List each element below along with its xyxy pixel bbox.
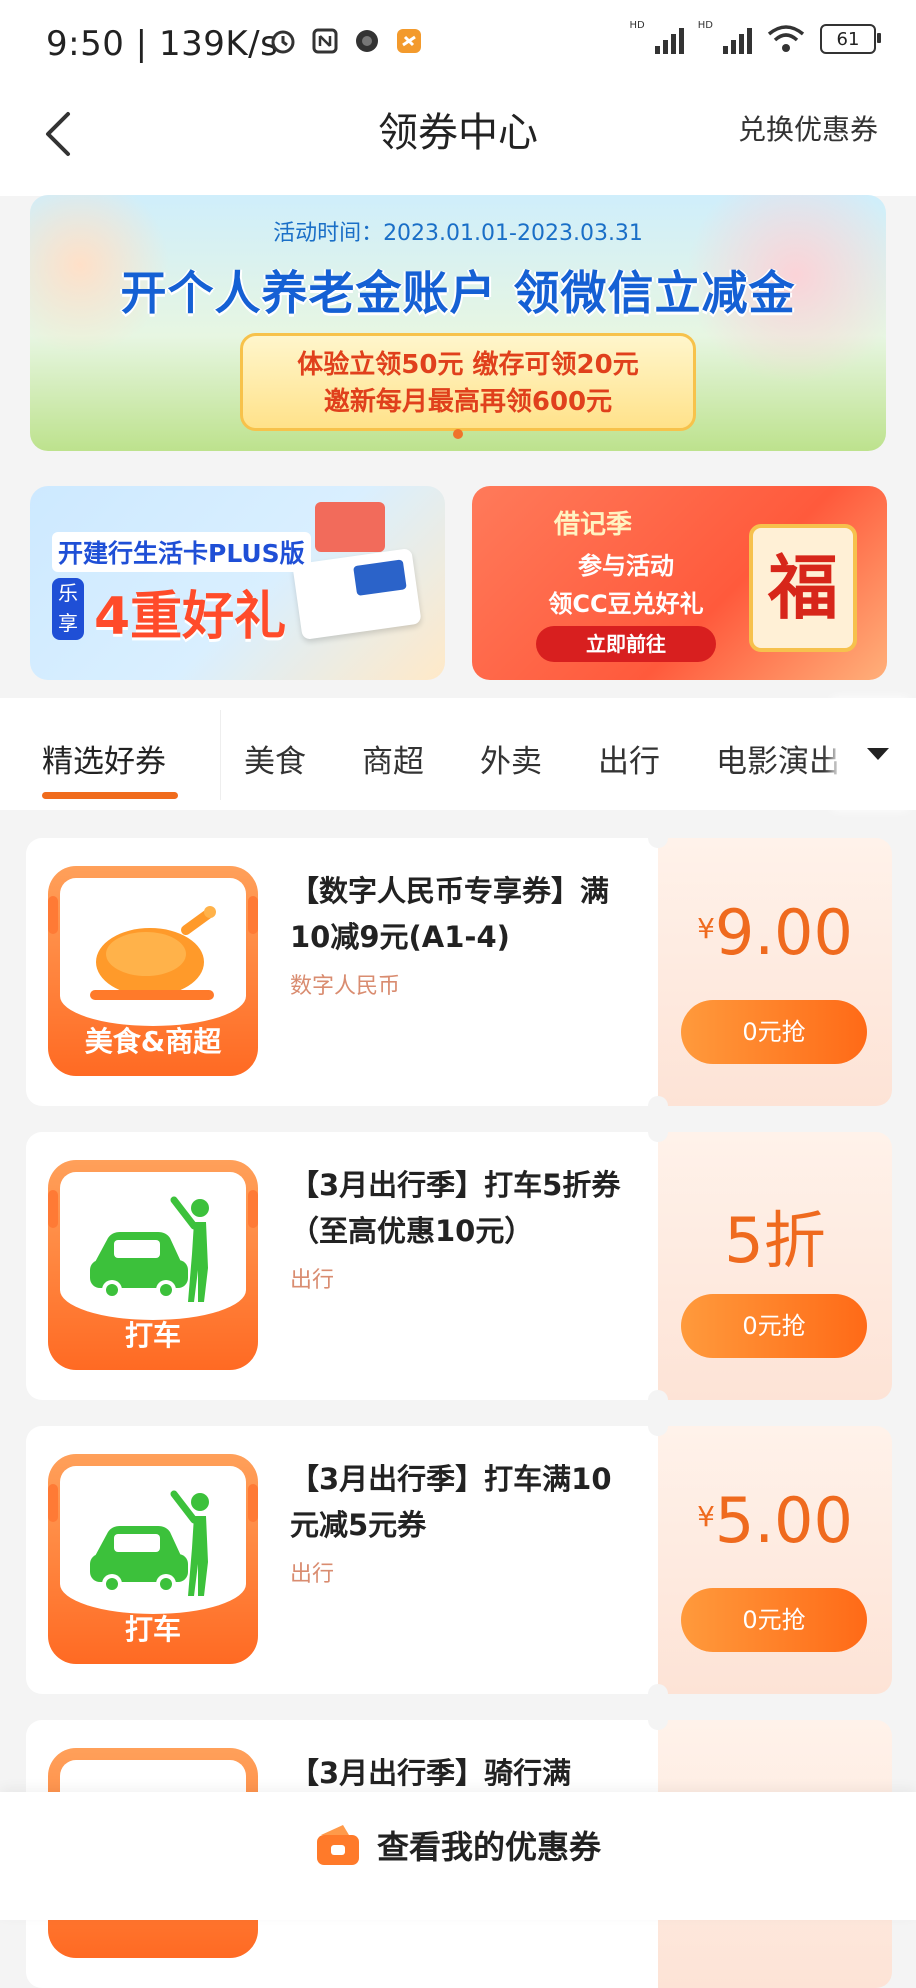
banner-headline: 开个人养老金账户 领微信立减金 xyxy=(120,266,796,320)
tab-movie-show[interactable]: 电影演出 xyxy=(716,736,840,781)
signal-icon xyxy=(654,24,684,54)
coupon-price-area xyxy=(658,1426,892,1694)
active-tab-indicator xyxy=(42,792,178,799)
bottom-bar: 查看我的优惠券 xyxy=(0,1792,916,1920)
claim-button[interactable]: 0元抢 xyxy=(681,1588,867,1652)
ticket-notch xyxy=(648,1710,668,1730)
coupon-price-area xyxy=(658,838,892,1106)
hd-label: HD xyxy=(629,19,645,31)
exchange-coupon-button[interactable]: 兑换优惠券 xyxy=(738,108,878,148)
claim-button[interactable]: 0元抢 xyxy=(681,1000,867,1064)
ticket-notch xyxy=(648,1096,668,1116)
my-coupons-label: 查看我的优惠券 xyxy=(376,1828,601,1866)
plus-banner-title: 开建行生活卡PLUS版 xyxy=(52,532,311,572)
debit-banner-line1: 参与活动 xyxy=(578,552,674,580)
debit-banner-line2: 领CC豆兑好礼 xyxy=(548,590,704,618)
coupon-title: 【数字人民币专享券】满10减9元(A1-4) xyxy=(290,874,610,954)
caret-down-icon xyxy=(867,748,889,760)
icon-ear xyxy=(248,896,258,934)
coupon-title: 【3月出行季】骑行满 xyxy=(290,1756,572,1790)
battery-level: 61 xyxy=(836,28,860,50)
claim-button[interactable]: 0元抢 xyxy=(681,1294,867,1358)
tab-featured[interactable]: 精选好券 xyxy=(42,736,166,781)
signal-icon xyxy=(723,24,752,54)
banner-activity-time: 活动时间：2023.01.01-2023.03.31 xyxy=(273,221,643,246)
coupon-amount: ¥5.00 xyxy=(658,1484,892,1557)
coupon-amount: ¥9.00 xyxy=(658,896,892,969)
coupon-category-icon: 打车 xyxy=(48,1454,258,1664)
coupon-icon-label: 打车 xyxy=(124,1319,181,1352)
icon-ear xyxy=(248,1484,258,1522)
nfc-icon xyxy=(310,26,340,56)
gift-box-icon xyxy=(315,502,385,552)
ticket-notch xyxy=(648,1416,668,1436)
coupon-category-icon: 打车 xyxy=(48,1160,258,1370)
banner-reward-line1: 体验立领50元 缴存可领20元 xyxy=(297,350,639,380)
wallet-icon xyxy=(316,1825,359,1865)
coupon-icon-label: 打车 xyxy=(124,1613,181,1646)
page-header: 领券中心 兑换优惠券 xyxy=(0,86,916,196)
status-right-icons: HD HD 61 xyxy=(630,20,881,54)
amount-value: 5.00 xyxy=(714,1484,853,1557)
main-banner[interactable]: 活动时间：2023.01.01-2023.03.31 开个人养老金账户 领微信立… xyxy=(30,195,886,451)
battery-icon: 61 xyxy=(820,24,881,54)
coupon-card: 打车 【3月出行季】打车5折券（至高优惠10元） 出行 5折 0元抢 xyxy=(26,1122,892,1410)
coupon-title: 【3月出行季】打车满10元减5元券 xyxy=(290,1462,612,1542)
coupon-card: 打车 【3月出行季】打车满10元减5元券 出行 ¥5.00 0元抢 xyxy=(26,1416,892,1704)
currency-symbol: ¥ xyxy=(697,1500,715,1533)
coupon-category: 出行 xyxy=(290,1268,335,1293)
my-coupons-button[interactable]: 查看我的优惠券 xyxy=(0,1822,916,1868)
amount-value: 9.00 xyxy=(714,896,853,969)
coupon-category-icon: 美食&商超 xyxy=(48,866,258,1076)
chicken-icon xyxy=(90,906,216,1000)
status-left-icons xyxy=(268,26,424,56)
icon-ear xyxy=(48,1484,58,1522)
expand-tabs-button[interactable] xyxy=(840,698,916,810)
app-notification-icon xyxy=(352,26,382,56)
coupon-icon-label: 美食&商超 xyxy=(84,1025,222,1058)
fu-character-decoration: 福 xyxy=(749,524,857,652)
taxi-icon xyxy=(90,1490,209,1596)
icon-ear xyxy=(48,896,58,934)
amount-value: 5折 xyxy=(724,1204,826,1277)
category-tabs: 精选好券 美食 商超 外卖 出行 电影演出 xyxy=(0,698,916,810)
plus-banner-headline: 4重好礼 xyxy=(94,587,287,647)
ticket-notch xyxy=(648,828,668,848)
coupon-category: 出行 xyxy=(290,1562,335,1587)
tab-divider xyxy=(220,710,221,800)
taobao-notification-icon xyxy=(394,26,424,56)
hd-label: HD xyxy=(697,19,713,31)
banner-reward-line2: 邀新每月最高再领600元 xyxy=(323,387,613,417)
coupon-title: 【3月出行季】打车5折券（至高优惠10元） xyxy=(290,1168,621,1248)
go-now-button[interactable]: 立即前往 xyxy=(536,626,716,662)
banner-reward-ribbon: 体验立领50元 缴存可领20元 邀新每月最高再领600元 xyxy=(240,333,696,431)
tab-food[interactable]: 美食 xyxy=(244,736,306,781)
icon-ear xyxy=(48,1190,58,1228)
coupon-category: 数字人民币 xyxy=(290,974,401,999)
alarm-icon xyxy=(268,26,298,56)
coupon-card: 美食&商超 【数字人民币专享券】满10减9元(A1-4) 数字人民币 ¥9.00… xyxy=(26,828,892,1116)
wifi-icon xyxy=(766,24,806,54)
ticket-notch xyxy=(648,1390,668,1410)
carousel-indicator xyxy=(30,429,886,439)
icon-ear xyxy=(248,1190,258,1228)
currency-symbol: ¥ xyxy=(697,912,715,945)
status-time: 9:50 | 139K/s xyxy=(46,24,279,64)
tab-takeout[interactable]: 外卖 xyxy=(480,736,542,781)
taxi-icon xyxy=(90,1196,209,1302)
plus-banner-badge: 乐享 xyxy=(52,578,84,640)
ticket-notch xyxy=(648,1684,668,1704)
coupon-amount: 5折 xyxy=(658,1190,892,1280)
plus-card-banner[interactable]: 开建行生活卡PLUS版 乐享 4重好礼 xyxy=(30,486,445,680)
debit-banner-logo: 借记季 xyxy=(554,510,633,540)
bank-card-icon xyxy=(292,548,422,640)
ticket-notch xyxy=(648,1122,668,1142)
carousel-dot-active xyxy=(453,429,463,439)
debit-season-banner[interactable]: 借记季 参与活动 领CC豆兑好礼 立即前往 福 xyxy=(472,486,887,680)
tab-supermarket[interactable]: 商超 xyxy=(362,736,424,781)
status-bar: 9:50 | 139K/s HD HD 61 xyxy=(0,0,916,86)
tab-travel[interactable]: 出行 xyxy=(598,736,660,781)
